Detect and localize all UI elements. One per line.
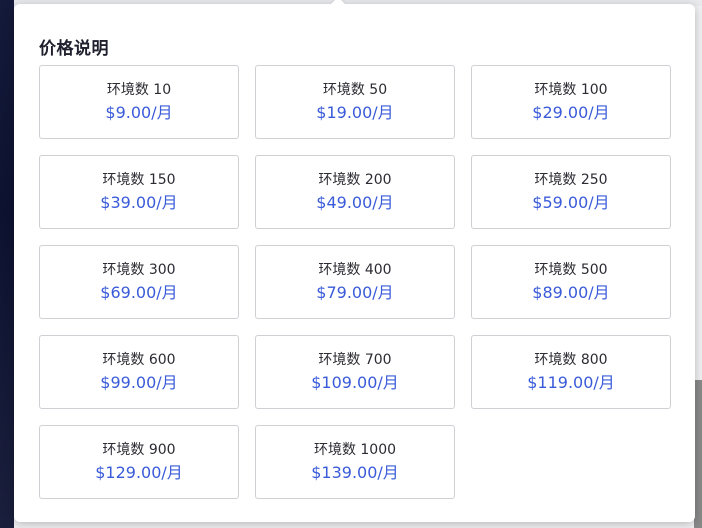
price-card-price: $99.00/月 (100, 373, 178, 392)
price-card-price: $59.00/月 (532, 193, 610, 212)
price-card-label: 环境数 200 (318, 172, 392, 188)
pricing-grid: 环境数 10 $9.00/月 环境数 50 $19.00/月 环境数 100 $… (39, 65, 671, 499)
background-sidebar (0, 0, 14, 528)
price-card-label: 环境数 50 (322, 82, 388, 98)
price-card-label: 环境数 10 (106, 82, 172, 98)
price-card-label: 环境数 400 (318, 262, 392, 278)
price-card-400[interactable]: 环境数 400 $79.00/月 (255, 245, 455, 319)
price-card-price: $139.00/月 (311, 463, 399, 482)
price-card-1000[interactable]: 环境数 1000 $139.00/月 (255, 425, 455, 499)
price-card-label: 环境数 150 (102, 172, 176, 188)
price-card-label: 环境数 600 (102, 352, 176, 368)
price-card-300[interactable]: 环境数 300 $69.00/月 (39, 245, 239, 319)
popover-arrow (330, 0, 346, 12)
price-card-price: $39.00/月 (100, 193, 178, 212)
price-card-250[interactable]: 环境数 250 $59.00/月 (471, 155, 671, 229)
price-card-price: $129.00/月 (95, 463, 183, 482)
price-card-150[interactable]: 环境数 150 $39.00/月 (39, 155, 239, 229)
price-card-label: 环境数 500 (534, 262, 608, 278)
price-card-price: $69.00/月 (100, 283, 178, 302)
price-card-label: 环境数 300 (102, 262, 176, 278)
price-card-price: $89.00/月 (532, 283, 610, 302)
price-card-label: 环境数 800 (534, 352, 608, 368)
price-card-price: $119.00/月 (527, 373, 615, 392)
price-card-price: $49.00/月 (316, 193, 394, 212)
price-card-500[interactable]: 环境数 500 $89.00/月 (471, 245, 671, 319)
pricing-title: 价格说明 (39, 39, 109, 59)
price-card-200[interactable]: 环境数 200 $49.00/月 (255, 155, 455, 229)
price-card-100[interactable]: 环境数 100 $29.00/月 (471, 65, 671, 139)
price-card-label: 环境数 250 (534, 172, 608, 188)
background-right-strip (694, 380, 702, 528)
price-card-price: $79.00/月 (316, 283, 394, 302)
price-card-label: 环境数 700 (318, 352, 392, 368)
price-card-price: $19.00/月 (316, 103, 394, 122)
pricing-popover: 价格说明 环境数 10 $9.00/月 环境数 50 $19.00/月 环境数 … (14, 0, 695, 522)
price-card-900[interactable]: 环境数 900 $129.00/月 (39, 425, 239, 499)
price-card-price: $109.00/月 (311, 373, 399, 392)
price-card-700[interactable]: 环境数 700 $109.00/月 (255, 335, 455, 409)
price-card-label: 环境数 1000 (313, 442, 397, 458)
price-card-800[interactable]: 环境数 800 $119.00/月 (471, 335, 671, 409)
price-card-10[interactable]: 环境数 10 $9.00/月 (39, 65, 239, 139)
price-card-label: 环境数 100 (534, 82, 608, 98)
price-card-label: 环境数 900 (102, 442, 176, 458)
price-card-600[interactable]: 环境数 600 $99.00/月 (39, 335, 239, 409)
price-card-price: $9.00/月 (105, 103, 173, 122)
price-card-50[interactable]: 环境数 50 $19.00/月 (255, 65, 455, 139)
price-card-price: $29.00/月 (532, 103, 610, 122)
